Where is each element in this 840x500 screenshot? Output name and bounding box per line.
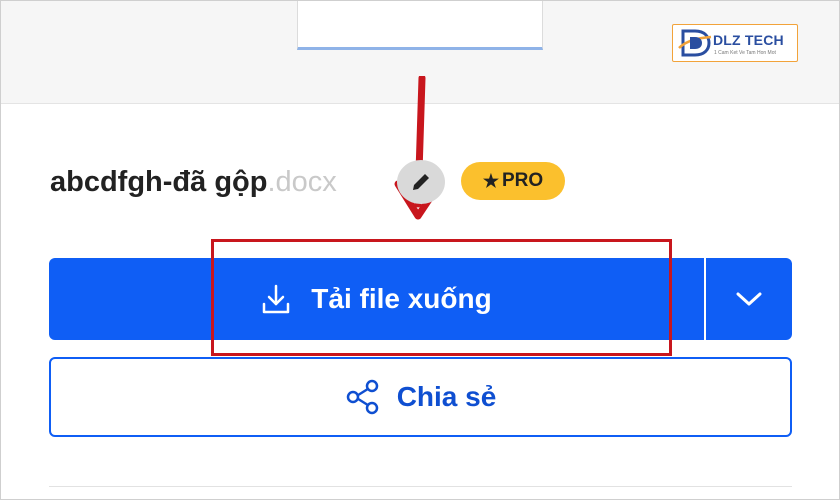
download-button-label: Tải file xuống — [311, 283, 492, 314]
dlz-tech-logo: DLZ TECH 1 Cam Ket Ve Tam Hon Mot — [672, 24, 798, 62]
section-divider — [49, 486, 792, 487]
logo-mark-icon — [678, 29, 712, 57]
file-name-title: abcdfgh-đã gộp.docx — [50, 162, 337, 202]
star-icon: ★ — [482, 170, 499, 191]
chevron-down-icon — [736, 292, 762, 306]
download-file-button[interactable]: Tải file xuống — [49, 258, 704, 340]
document-thumbnail[interactable] — [297, 0, 543, 50]
share-button[interactable]: Chia sẻ — [49, 357, 792, 437]
logo-slogan: 1 Cam Ket Ve Tam Hon Mot — [714, 50, 776, 56]
rename-button[interactable] — [397, 160, 445, 204]
pro-badge-label: PRO — [501, 170, 544, 191]
file-extension: .docx — [267, 166, 337, 198]
download-options-dropdown[interactable] — [706, 258, 792, 340]
pencil-icon — [413, 174, 429, 190]
share-button-label: Chia sẻ — [396, 381, 497, 412]
logo-brand-text: DLZ TECH — [713, 32, 784, 48]
download-icon — [263, 284, 290, 314]
share-icon — [346, 379, 378, 415]
pro-badge[interactable]: ★ PRO — [461, 162, 565, 200]
file-name-base: abcdfgh-đã gộp — [50, 166, 268, 198]
